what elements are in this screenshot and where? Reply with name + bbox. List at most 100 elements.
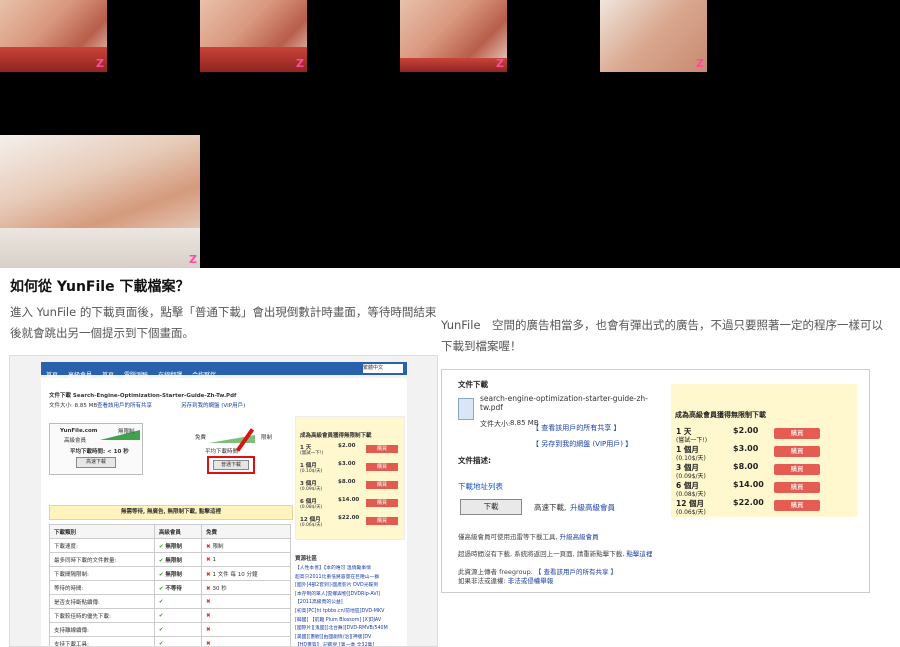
- premium-label: 高級會員: [64, 438, 87, 444]
- note-2: 超過時間沒有下載, 系統將返回上一頁面, 請重新點擊下載, 點擊這裡: [458, 548, 652, 558]
- premium-cell: ✔: [153, 608, 203, 623]
- note-1: 僅高級會員可使用迅雷等下載工具, 升級高級會員: [458, 531, 599, 541]
- community-link[interactable]: [國外]4部2套到]-國產影片 DVD光碟到: [295, 582, 403, 591]
- check-icon: ✔: [158, 626, 164, 633]
- table-row: 等待的時間: ✔ 不等待 ✖ 30 秒: [49, 580, 291, 595]
- table-row: 下載間隔限制: ✔ 無限制 ✖ 1 文件 每 10 分鐘: [49, 566, 291, 581]
- watermark: Z: [189, 253, 197, 266]
- note-4: 如果非法或違權: 非法或侵權舉報: [458, 575, 553, 585]
- buy-button[interactable]: 購買: [366, 517, 398, 525]
- buy-button[interactable]: 購買: [774, 482, 820, 493]
- free-value: 1: [212, 556, 217, 563]
- note-text: 如果非法或違權:: [458, 577, 506, 585]
- plan-price: $14.00: [733, 480, 764, 489]
- free-cell: ✖ 30 秒: [201, 580, 291, 595]
- buy-button[interactable]: 購買: [774, 446, 820, 457]
- table-header: 免費: [201, 524, 291, 539]
- fast-download-button[interactable]: 高速下載: [76, 457, 116, 468]
- row-label: 下載較佳時的優先下載:: [49, 608, 155, 623]
- plan-price: $2.00: [338, 443, 356, 449]
- article-paragraph-2: YunFile 空間的廣告相當多，也會有彈出式的廣告，不過只要照著一定的程序一樣…: [441, 318, 884, 353]
- file-size-label: 文件大小:: [480, 420, 511, 428]
- screenshot-download-detail: 文件下載 search-engine-optimization-starter-…: [441, 369, 870, 593]
- community-link[interactable]: 【HD畫質】 記鑑星 [第一季 全32集]: [295, 642, 403, 646]
- community-link[interactable]: 【人性本善】【本的唯可 溫情勵事情: [295, 565, 403, 574]
- plan-price: $14.00: [338, 497, 360, 503]
- file-size: 文件大小: 8.85 MB: [49, 403, 98, 409]
- no-wait-banner[interactable]: 無需等待, 無廣告, 無限制下載, 點擊這裡: [49, 505, 293, 520]
- note-text: 僅高級會員可使用迅雷等下載工具,: [458, 533, 558, 541]
- upgrade-link[interactable]: 升級高級會員: [570, 502, 615, 513]
- community-link[interactable]: 【2011高級而的公益]: [295, 599, 403, 608]
- row-label: 支持下載工具:: [49, 636, 155, 646]
- buy-button[interactable]: 購買: [366, 445, 398, 453]
- normal-download-button[interactable]: 普通下載: [213, 460, 249, 470]
- community-link[interactable]: [初高]PC[ht tpbbs.cn/前地區]DVD-MKV: [295, 608, 403, 617]
- buy-button[interactable]: 購買: [774, 428, 820, 439]
- community-link[interactable]: [美國][畫觀][由國劇情/治][神版]DV: [295, 634, 403, 643]
- table-row: 是否支持斷點續傳: ✔ ✖: [49, 594, 291, 609]
- cross-icon: ✖: [206, 598, 211, 605]
- download-button[interactable]: 下載: [460, 499, 522, 515]
- plan-note: (嘗試一下!): [300, 451, 324, 456]
- premium-value: 不等待: [165, 585, 182, 592]
- link-save-to-disk[interactable]: 另存到我的網盤 (VIP用戶): [181, 401, 245, 409]
- premium-cell: ✔: [153, 594, 203, 609]
- buy-button[interactable]: 購買: [366, 481, 398, 489]
- plan-note: (嘗試一下!): [676, 437, 708, 444]
- brand-label: YunFile.com: [60, 428, 98, 434]
- free-cell: ✖ 限制: [201, 538, 291, 553]
- premium-cell: ✔: [153, 636, 203, 646]
- buy-button[interactable]: 購買: [774, 500, 820, 511]
- download-panel: 文件下載 Search-Engine-Optimization-Starter-…: [41, 378, 407, 646]
- premium-plans-box: 成為高級會員獲得無限制下載 1 天 (嘗試一下!) $2.00 購買 1 個月 (0.10…: [295, 416, 405, 540]
- free-cell: ✖: [201, 608, 291, 623]
- plan-note: (0.06$/天): [676, 509, 706, 516]
- watermark: Z: [696, 57, 704, 70]
- free-value: 1 文件 每 10 分鐘: [212, 571, 258, 578]
- premium-value: 無限制: [165, 571, 182, 578]
- buy-button[interactable]: 購買: [366, 499, 398, 507]
- note-link[interactable]: 升級高級會員: [560, 533, 599, 541]
- article-paragraph-1: 進入 YunFile 的下載頁面後，點擊「普通下載」會出現倒數計時畫面，等待時間…: [10, 305, 437, 340]
- table-header: 高級會員: [153, 524, 203, 539]
- community-link[interactable]: [國際片][鬼國][北台舞][DVD-RMVB/540M: [295, 625, 403, 634]
- premium-cell: ✔: [153, 622, 203, 637]
- free-download-box: 免費 限制 平均下載時間 普通下載: [191, 423, 283, 474]
- premium-plans-title: 成為高級會員獲得無限制下載: [675, 411, 766, 419]
- note-text: 超過時間沒有下載, 系統將返回上一頁面, 請重新點擊下載,: [458, 550, 625, 558]
- site-nav: 首頁 高級會員 首頁 電腦測驗 在線翻譯 合作夥伴 繁體中文: [41, 362, 407, 379]
- plan-note: (0.06$/天): [300, 523, 323, 528]
- buy-button[interactable]: 購買: [774, 464, 820, 475]
- language-select[interactable]: 繁體中文: [363, 364, 403, 373]
- comparison-table: 下載類別 高級會員 免費 下載速度: ✔ 無限制 ✖ 限制 最多同時下載的文件數量: ✔…: [49, 524, 291, 646]
- table-row: 支持離線續傳: ✔ ✖: [49, 622, 291, 637]
- link-user-shares[interactable]: 【 查看該用戶的所有共享 】: [532, 423, 620, 433]
- file-title: 文件下載 Search-Engine-Optimization-Starter-…: [49, 393, 237, 399]
- row-label: 下載速度:: [49, 538, 155, 553]
- file-icon: [458, 398, 474, 420]
- community-link[interactable]: [本存制的單人]雲鄉與物][DVDRip-AVI]: [295, 591, 403, 600]
- note-link[interactable]: 非法或侵權舉報: [508, 577, 554, 585]
- plan-note: (0.08$/天): [300, 505, 323, 510]
- community-title: 資源社區: [295, 556, 318, 562]
- premium-cell: ✔ 不等待: [153, 580, 203, 595]
- table-header: 下載類別: [49, 524, 155, 539]
- link-user-shares[interactable]: 查看該用戶的所有共享: [97, 401, 152, 409]
- buy-button[interactable]: 購買: [366, 463, 398, 471]
- thumbnail-2[interactable]: Z: [200, 0, 307, 72]
- free-label: 免費: [195, 435, 207, 441]
- community-link[interactable]: [韓國] 【前趣 Plum Blossom] [X]DJAV: [295, 617, 403, 626]
- plan-price: $22.00: [338, 515, 360, 521]
- article-title: 如何從 YunFile 下載檔案？: [10, 279, 190, 295]
- note-link[interactable]: 點擊這裡: [626, 550, 652, 558]
- thumbnail-5[interactable]: Z: [0, 135, 200, 268]
- free-value: 限制: [212, 543, 224, 550]
- link-save-to-disk[interactable]: 【 另存到我的網盤 (VIP用戶) 】: [532, 439, 632, 449]
- thumbnail-3[interactable]: Z: [400, 0, 507, 72]
- thumbnail-4[interactable]: Z: [600, 0, 707, 72]
- thumbnail-1[interactable]: Z: [0, 0, 107, 72]
- plan-note: (0.10$/天): [300, 469, 323, 474]
- community-link[interactable]: 超高只2011比重低將容量在巨瞪山一群: [295, 574, 403, 583]
- thumbnail-band: Z Z Z Z Z: [0, 0, 900, 268]
